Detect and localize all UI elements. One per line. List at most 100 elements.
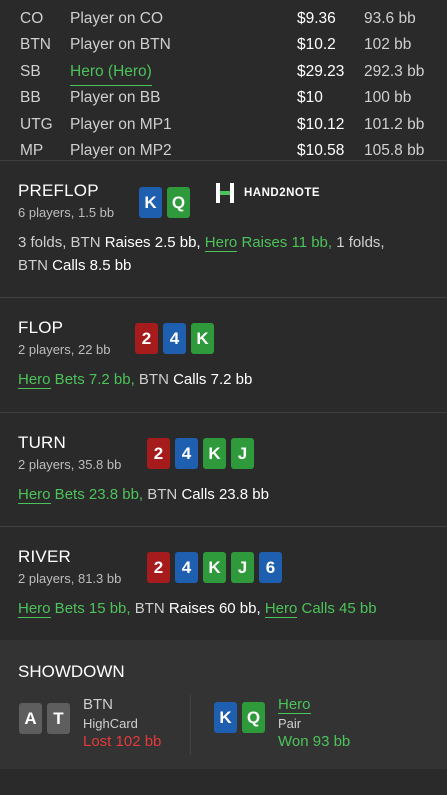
action-text: Raises 2.5 bb,	[104, 234, 201, 251]
street-actions: Hero Bets 23.8 bb, BTN Calls 23.8 bb	[18, 483, 429, 506]
card: Q	[242, 702, 265, 733]
player-stack-bb: 100 bb	[364, 89, 412, 107]
hero-hole-cards: K Q	[214, 702, 265, 733]
street-title: FLOP	[18, 318, 64, 337]
card: K	[139, 187, 162, 218]
action-text: Bets 7.2 bb,	[50, 371, 135, 388]
card: 4	[175, 438, 198, 469]
player-row: BB Player on BB $10 100 bb	[0, 85, 447, 111]
showdown-title: SHOWDOWN	[18, 662, 125, 681]
showdown-hand-rank: Pair	[278, 716, 302, 731]
hand2note-logo: HAND2NOTE	[214, 182, 320, 204]
player-position: CO	[20, 10, 44, 27]
card: 6	[259, 552, 282, 583]
card: K	[191, 323, 214, 354]
player-stack: $10.2	[297, 36, 336, 54]
hero-link[interactable]: Hero	[18, 600, 51, 618]
showdown-divider	[190, 695, 191, 755]
action-text: Bets 15 bb,	[50, 600, 131, 617]
street-river: RIVER 2 players, 81.3 bb 2 4 K J 6 Hero …	[0, 526, 447, 640]
hero-link[interactable]: Hero	[278, 696, 311, 714]
street-subtitle: 2 players, 81.3 bb	[18, 571, 122, 586]
showdown-result: Lost 102 bb	[83, 733, 162, 750]
action-text: 1 folds,	[332, 234, 385, 251]
card: 2	[147, 438, 170, 469]
showdown-hand-rank: HighCard	[83, 716, 138, 731]
hero-hole-cards: K Q	[139, 187, 190, 218]
player-name: Player on BB	[70, 89, 161, 107]
action-text: BTN	[134, 371, 174, 388]
card: 2	[135, 323, 158, 354]
hand2note-logo-icon	[216, 183, 234, 203]
player-row: CO Player on CO $9.36 93.6 bb	[0, 6, 447, 32]
card: 2	[147, 552, 170, 583]
card: Q	[167, 187, 190, 218]
card: K	[214, 702, 237, 733]
action-text: Calls 45 bb	[297, 600, 377, 617]
card: J	[231, 552, 254, 583]
action-text: BTN	[130, 600, 169, 617]
player-name: Player on MP1	[70, 115, 172, 133]
hero-link[interactable]: Hero	[264, 600, 298, 618]
player-stack: $9.36	[297, 10, 336, 27]
action-text: Raises 11 bb,	[237, 234, 333, 251]
card: T	[47, 703, 70, 734]
players-table: CO Player on CO $9.36 93.6 bb BTN Player…	[0, 0, 447, 160]
showdown-player-name: BTN	[83, 696, 113, 713]
hand2note-logo-text: HAND2NOTE	[244, 187, 321, 199]
hero-link[interactable]: Hero	[18, 486, 51, 504]
hero-player-name[interactable]: Hero (Hero)	[70, 59, 152, 87]
street-showdown: SHOWDOWN A T BTN HighCard Lost 102 bb K …	[0, 640, 447, 769]
player-stack-bb: 101.2 bb	[364, 115, 425, 133]
player-position: BB	[20, 89, 41, 107]
street-actions: Hero Bets 15 bb, BTN Raises 60 bb, Hero …	[18, 597, 429, 620]
board-cards: 2 4 K J	[147, 438, 254, 469]
player-stack: $10	[297, 89, 323, 107]
street-actions: Hero Bets 7.2 bb, BTN Calls 7.2 bb	[18, 368, 429, 391]
player-position: UTG	[20, 115, 53, 133]
street-title: PREFLOP	[18, 181, 99, 200]
player-stack-bb: 93.6 bb	[364, 10, 416, 27]
btn-hole-cards: A T	[19, 703, 70, 734]
player-stack: $10.12	[297, 115, 345, 133]
street-subtitle: 6 players, 1.5 bb	[18, 205, 115, 220]
action-text: Calls 8.5 bb	[52, 257, 132, 274]
street-subtitle: 2 players, 22 bb	[18, 342, 111, 357]
player-name: Player on BTN	[70, 36, 171, 54]
street-turn: TURN 2 players, 35.8 bb 2 4 K J Hero Bet…	[0, 412, 447, 526]
player-stack-bb: 102 bb	[364, 36, 412, 54]
action-text: Calls 23.8 bb	[181, 486, 269, 503]
player-position: BTN	[20, 36, 51, 54]
action-text: Raises 60 bb,	[168, 600, 261, 617]
player-row: BTN Player on BTN $10.2 102 bb	[0, 32, 447, 58]
street-title: RIVER	[18, 547, 71, 566]
board-cards: 2 4 K J 6	[147, 552, 282, 583]
action-text: BTN	[18, 257, 53, 274]
board-cards: 2 4 K	[135, 323, 214, 354]
card: K	[203, 438, 226, 469]
showdown-result: Won 93 bb	[278, 733, 351, 750]
player-row: UTG Player on MP1 $10.12 101.2 bb	[0, 112, 447, 138]
player-stack-bb: 292.3 bb	[364, 62, 425, 80]
card: A	[19, 703, 42, 734]
player-name: Player on CO	[70, 10, 164, 27]
action-text: 3 folds, BTN	[18, 234, 105, 251]
street-actions: 3 folds, BTN Raises 2.5 bb, Hero Raises …	[18, 231, 429, 277]
action-text: Bets 23.8 bb,	[50, 486, 144, 503]
showdown-hero-name[interactable]: Hero	[278, 696, 311, 714]
street-subtitle: 2 players, 35.8 bb	[18, 457, 122, 472]
card: 4	[163, 323, 186, 354]
card: K	[203, 552, 226, 583]
player-row-hero: SB Hero (Hero) $29.23 292.3 bb	[0, 59, 447, 87]
hero-link[interactable]: Hero	[204, 234, 238, 252]
hero-link[interactable]: Hero	[18, 371, 51, 389]
action-text: Calls 7.2 bb	[173, 371, 253, 388]
street-flop: FLOP 2 players, 22 bb 2 4 K Hero Bets 7.…	[0, 297, 447, 412]
player-position: SB	[20, 62, 41, 80]
street-preflop: PREFLOP 6 players, 1.5 bb K Q HAND2NOTE …	[0, 160, 447, 297]
street-title: TURN	[18, 433, 67, 452]
card: 4	[175, 552, 198, 583]
player-stack: $29.23	[297, 62, 345, 80]
action-text: BTN	[143, 486, 182, 503]
card: J	[231, 438, 254, 469]
